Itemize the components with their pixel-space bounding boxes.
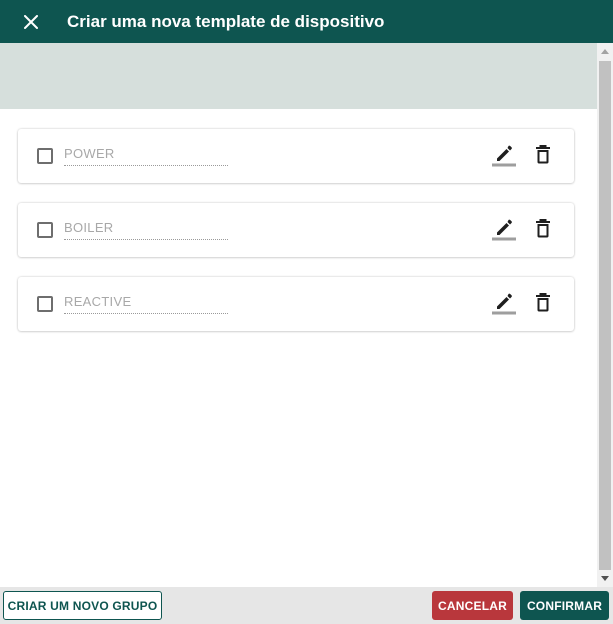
edit-group-button[interactable] [492, 289, 516, 315]
dialog-title: Criar uma nova template de dispositivo [67, 11, 385, 31]
group-card [18, 129, 574, 183]
scroll-up-arrow-icon[interactable] [601, 49, 609, 54]
edit-group-button[interactable] [492, 141, 516, 167]
delete-group-button[interactable] [534, 143, 552, 165]
group-card [18, 203, 574, 257]
group-name-input[interactable] [64, 216, 228, 240]
cancel-button[interactable]: CANCELAR [432, 591, 513, 620]
close-button[interactable] [0, 0, 62, 43]
edit-group-button[interactable] [492, 215, 516, 241]
pencil-icon [492, 145, 516, 167]
trash-icon [536, 219, 550, 238]
scroll-thumb[interactable] [599, 61, 611, 570]
pencil-icon [492, 293, 516, 315]
scroll-down-arrow-icon[interactable] [601, 576, 609, 581]
dialog-header: Criar uma nova template de dispositivo [0, 0, 613, 43]
group-checkbox[interactable] [37, 296, 53, 312]
close-icon [24, 14, 38, 29]
group-list [18, 129, 574, 351]
create-new-group-button[interactable]: CRIAR UM NOVO GRUPO [3, 591, 162, 620]
pencil-icon [492, 219, 516, 241]
vertical-scrollbar[interactable] [597, 43, 613, 587]
trash-icon [536, 293, 550, 312]
group-name-input[interactable] [64, 290, 228, 314]
dialog-footer: CRIAR UM NOVO GRUPO CANCELAR CONFIRMAR [0, 587, 613, 624]
group-checkbox[interactable] [37, 148, 53, 164]
group-name-input[interactable] [64, 142, 228, 166]
group-card [18, 277, 574, 331]
create-device-template-dialog: Criar uma nova template de dispositivo P… [0, 0, 613, 624]
group-checkbox[interactable] [37, 222, 53, 238]
delete-group-button[interactable] [534, 291, 552, 313]
header-band [0, 43, 597, 109]
delete-group-button[interactable] [534, 217, 552, 239]
trash-icon [536, 145, 550, 164]
confirm-button[interactable]: CONFIRMAR [520, 591, 609, 620]
